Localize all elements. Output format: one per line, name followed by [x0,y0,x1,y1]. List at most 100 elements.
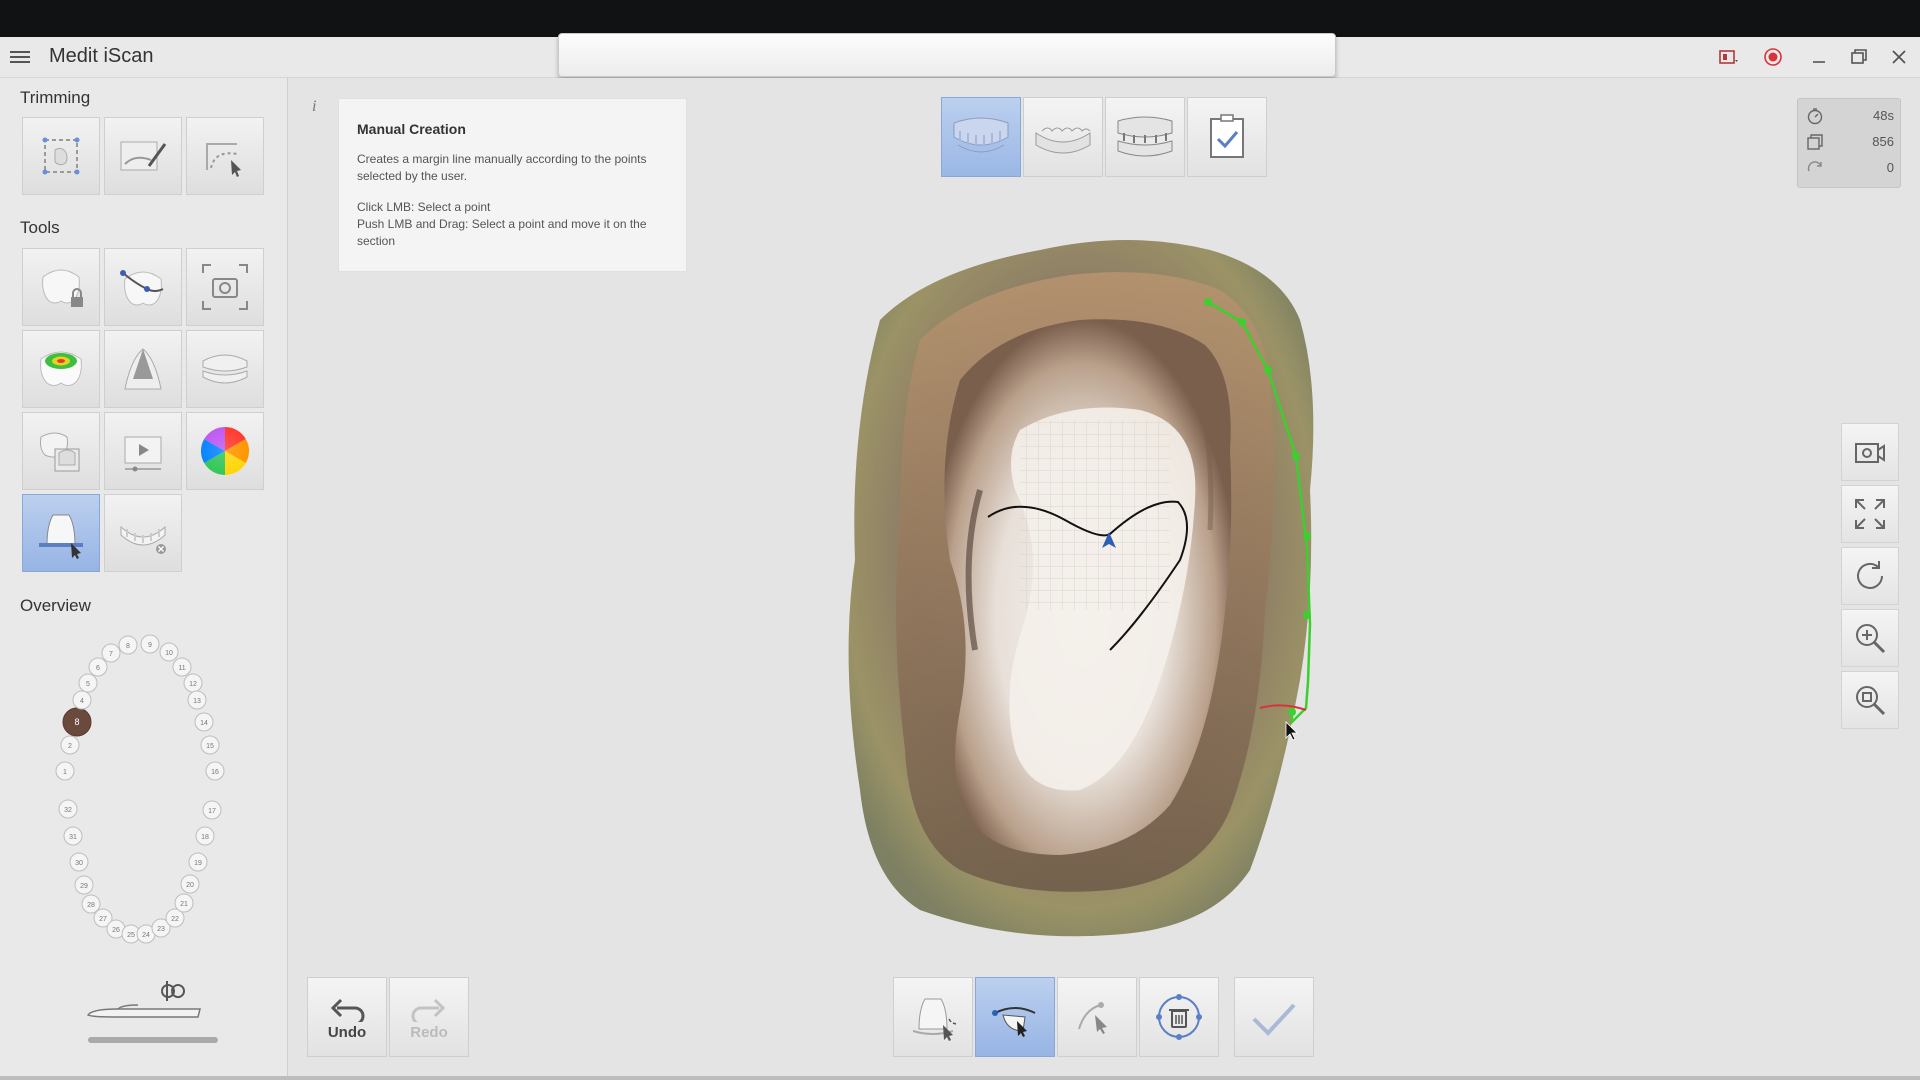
video-button[interactable] [104,412,182,490]
checklist-button[interactable] [1187,97,1267,177]
lock-tooth-icon [42,269,83,307]
tooth-29[interactable]: 29 [74,875,94,895]
tooth-15[interactable]: 15 [200,735,220,755]
info-title: Manual Creation [357,121,466,137]
tooth-5[interactable]: 5 [78,673,98,693]
undo-icon [330,998,365,1022]
tools-title: Tools [20,218,60,237]
hamburger-menu-icon[interactable] [10,48,30,66]
lock-tooth-button[interactable] [22,248,100,326]
auto-margin-button[interactable] [893,977,973,1057]
zoom-fit-button[interactable] [1841,671,1899,729]
lower-jaw-button[interactable] [1023,97,1103,177]
tooth-30[interactable]: 30 [69,852,89,872]
upper-jaw-button[interactable] [941,97,1021,177]
tooth-18[interactable]: 18 [195,826,215,846]
close-icon[interactable] [1888,46,1910,68]
select-trim-button[interactable] [22,117,100,195]
undo-button[interactable]: Undo [307,977,387,1057]
tooth-number: 15 [206,743,214,750]
tooth-number: 30 [75,860,83,867]
tooth-4[interactable]: 4 [72,690,92,710]
multi-tooth-button[interactable] [22,412,100,490]
margin-creation-icon [39,514,83,559]
manual-creation-button[interactable] [975,977,1055,1057]
tooth-number: 27 [99,916,107,923]
checkmark-icon [1252,1003,1296,1036]
redo-label: Redo [410,1023,448,1041]
occlusion-button[interactable] [186,330,264,408]
tooth-8[interactable]: 8 [62,707,92,737]
tooth-11[interactable]: 11 [172,657,192,677]
tooth-14[interactable]: 14 [194,712,214,732]
heatmap-tooth-button[interactable] [22,330,100,408]
tooth-number: 32 [64,807,72,814]
rotate-icon [1857,561,1883,589]
capture-button[interactable] [186,248,264,326]
tooth-9[interactable]: 9 [140,634,160,654]
redo-icon [411,998,446,1022]
title-overlay-bar [558,33,1336,77]
tooth-16[interactable]: 16 [205,761,225,781]
undercut-button[interactable] [104,330,182,408]
tooth-1[interactable]: 1 [55,761,75,781]
info-instruction-1: Click LMB: Select a point [357,200,491,214]
tooth-12[interactable]: 12 [183,673,203,693]
tooth-number: 2 [68,743,72,750]
margin-line-tooth-button[interactable] [104,248,182,326]
zoom-in-button[interactable] [1841,609,1899,667]
tooth-20[interactable]: 20 [180,874,200,894]
tooth-number: 9 [148,642,152,649]
tooth-32[interactable]: 32 [58,799,78,819]
occlusion-jaw-button[interactable] [1105,97,1185,177]
camera-view-button[interactable] [1841,423,1899,481]
rotate-button[interactable] [1841,547,1899,605]
edit-point-button[interactable] [1057,977,1137,1057]
arch-remove-button[interactable] [104,494,182,572]
color-wheel-button[interactable] [186,412,264,490]
video-icon [124,436,162,472]
tooth-number: 25 [127,932,135,939]
arch-remove-icon [120,525,166,554]
fit-screen-button[interactable] [1841,485,1899,543]
tooth-8[interactable]: 8 [118,635,138,655]
tooth-28[interactable]: 28 [81,894,101,914]
apply-button[interactable] [1234,977,1314,1057]
tooth-17[interactable]: 17 [202,800,222,820]
restore-icon[interactable] [1848,46,1870,68]
lasso-trim-icon [206,143,241,177]
margin-creation-button[interactable] [22,494,100,572]
tooth-31[interactable]: 31 [63,826,83,846]
trimming-title: Trimming [20,88,91,107]
info-icon[interactable]: i [312,98,326,116]
tooth-number: 1 [63,769,67,776]
timer-icon [1807,108,1823,125]
scanner-handpiece-icon [86,981,218,1043]
tooth-number: 6 [96,665,100,672]
tooth-21[interactable]: 21 [174,893,194,913]
brush-trim-icon [120,141,167,171]
app-title: Medit iScan [49,45,154,67]
redo-button[interactable]: Redo [389,977,469,1057]
brush-trim-button[interactable] [104,117,182,195]
tooth-scan-model[interactable] [810,230,1370,950]
tooth-6[interactable]: 6 [88,657,108,677]
tooth-19[interactable]: 19 [188,852,208,872]
stat-rotations: 0 [1806,157,1894,179]
stat-time-value: 48s [1873,108,1894,123]
tooth-2[interactable]: 2 [60,735,80,755]
occlusion-jaw-icon [1117,116,1173,157]
select-trim-icon [42,137,80,175]
tooth-number: 8 [126,643,130,650]
lasso-trim-button[interactable] [186,117,264,195]
delete-trash-icon [1156,994,1202,1040]
tooth-number: 26 [112,927,120,934]
delete-line-button[interactable] [1139,977,1219,1057]
tooth-10[interactable]: 10 [159,642,179,662]
minimize-icon[interactable] [1808,46,1830,68]
tooth-13[interactable]: 13 [187,690,207,710]
tooth-overview-chart: 12845678 9101112131415163231302928272625 2… [55,634,225,944]
record-icon[interactable] [1762,46,1784,68]
tooth-7[interactable]: 7 [101,643,121,663]
screen-capture-icon[interactable] [1718,46,1740,68]
